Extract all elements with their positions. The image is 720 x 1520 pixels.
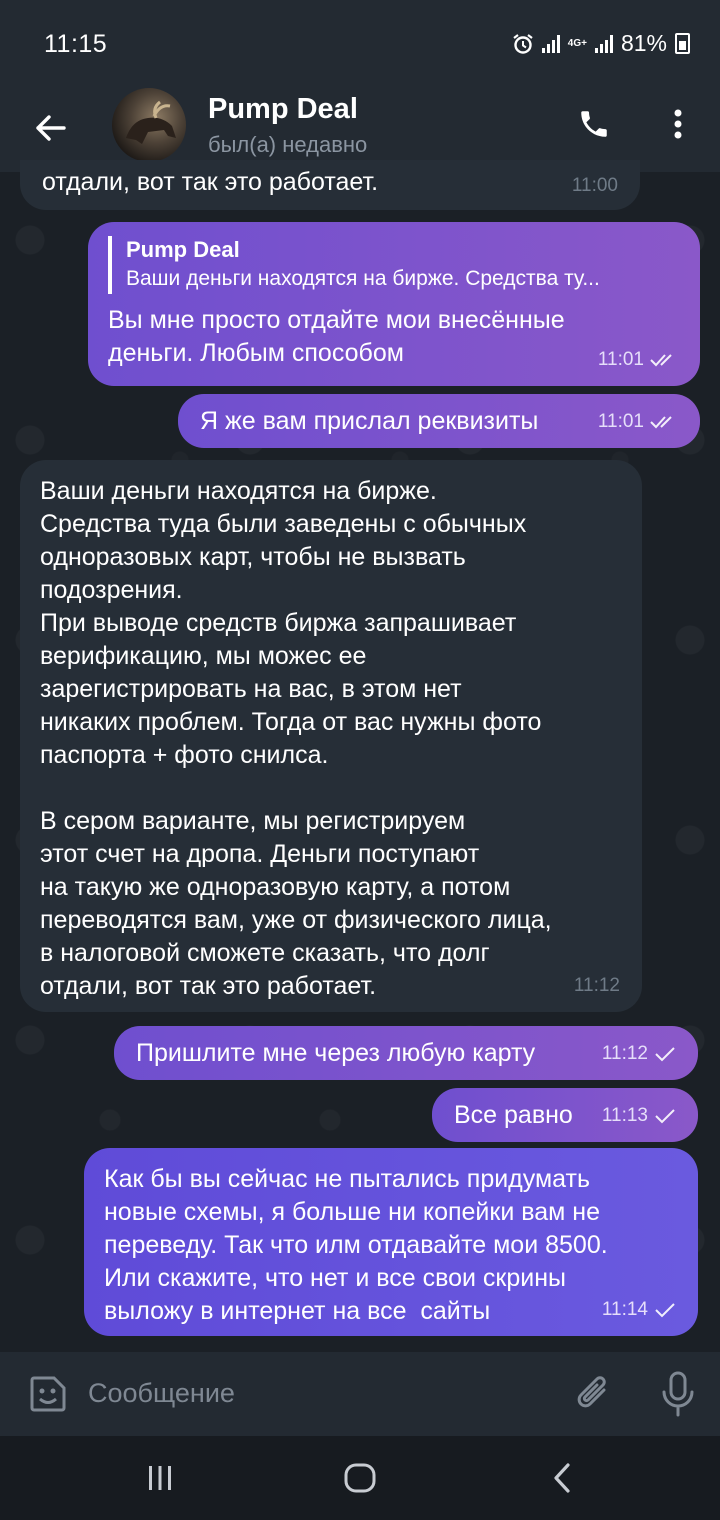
message-text: Вы мне просто отдайте мои внесённые день… [108, 306, 565, 367]
chat-title[interactable]: Pump Deal [208, 93, 358, 126]
check-icon [655, 1302, 675, 1317]
reply-sender: Pump Deal [126, 237, 240, 262]
message-input[interactable] [88, 1370, 528, 1416]
status-bar: 11:15 4G+ 81% [0, 0, 720, 88]
battery-charging-icon [675, 33, 690, 54]
system-nav-bar [0, 1436, 720, 1520]
message-bubble-outgoing[interactable]: Pump Deal Ваши деньги находятся на бирже… [88, 222, 700, 386]
alarm-icon [513, 33, 533, 54]
message-bubble-outgoing[interactable]: Пришлите мне через любую карту 11:12 [114, 1026, 698, 1080]
system-back-button[interactable] [540, 1458, 584, 1498]
recent-apps-button[interactable] [138, 1458, 182, 1498]
network-4g-icon: 4G+ [567, 37, 587, 49]
double-check-icon [650, 415, 672, 428]
mic-icon [662, 1371, 694, 1417]
reply-preview: Ваши деньги находятся на бирже. Средства… [126, 267, 600, 290]
double-check-icon [650, 353, 672, 366]
back-icon [554, 1463, 570, 1493]
message-text: Ваши деньги находятся на бирже. Средства… [40, 477, 552, 1000]
status-time: 11:15 [44, 30, 108, 58]
chat-status: был(а) недавно [208, 132, 368, 157]
message-bubble-incoming[interactable]: отдали, вот так это работает. 11:00 [20, 160, 640, 210]
back-arrow-icon [36, 115, 66, 141]
message-time: 11:01 [597, 349, 644, 370]
emoji-icon [30, 1376, 66, 1412]
message-text: Как бы вы сейчас не пытались придумать н… [104, 1165, 608, 1325]
phone-icon [581, 111, 607, 137]
status-icons: 4G+ 81% [512, 30, 690, 57]
recent-apps-icon [149, 1466, 171, 1490]
message-bubble-outgoing[interactable]: Как бы вы сейчас не пытались придумать н… [84, 1148, 698, 1336]
message-text: отдали, вот так это работает. [42, 168, 379, 196]
attach-icon [577, 1376, 606, 1408]
back-button[interactable] [26, 104, 74, 152]
attach-button[interactable] [574, 1372, 614, 1416]
call-button[interactable] [572, 102, 616, 146]
signal-icon [541, 34, 560, 53]
more-options-button[interactable] [662, 102, 694, 146]
message-time: 11:12 [601, 1043, 648, 1064]
check-icon [655, 1046, 675, 1061]
message-text: Пришлите мне через любую карту [136, 1039, 536, 1067]
check-icon [655, 1108, 675, 1123]
more-vertical-icon [674, 109, 682, 139]
voice-record-button[interactable] [660, 1370, 696, 1418]
battery-level: 81% [620, 30, 667, 56]
bull-avatar-image [126, 100, 176, 144]
home-button[interactable] [338, 1458, 382, 1498]
avatar[interactable] [112, 88, 186, 162]
emoji-button[interactable] [26, 1372, 70, 1416]
message-input-bar [0, 1352, 720, 1436]
message-time: 11:00 [571, 175, 618, 196]
message-bubble-outgoing[interactable]: Все равно 11:13 [432, 1088, 698, 1142]
message-time: 11:14 [601, 1299, 648, 1320]
message-bubble-outgoing[interactable]: Я же вам прислал реквизиты 11:01 [178, 394, 700, 448]
reply-quote[interactable]: Pump Deal Ваши деньги находятся на бирже… [108, 236, 680, 294]
home-icon [344, 1463, 376, 1493]
message-time: 11:12 [573, 975, 620, 996]
message-time: 11:01 [597, 411, 644, 432]
signal-icon [594, 34, 613, 53]
message-time: 11:13 [601, 1105, 648, 1126]
message-bubble-incoming[interactable]: Ваши деньги находятся на бирже. Средства… [20, 460, 642, 1012]
